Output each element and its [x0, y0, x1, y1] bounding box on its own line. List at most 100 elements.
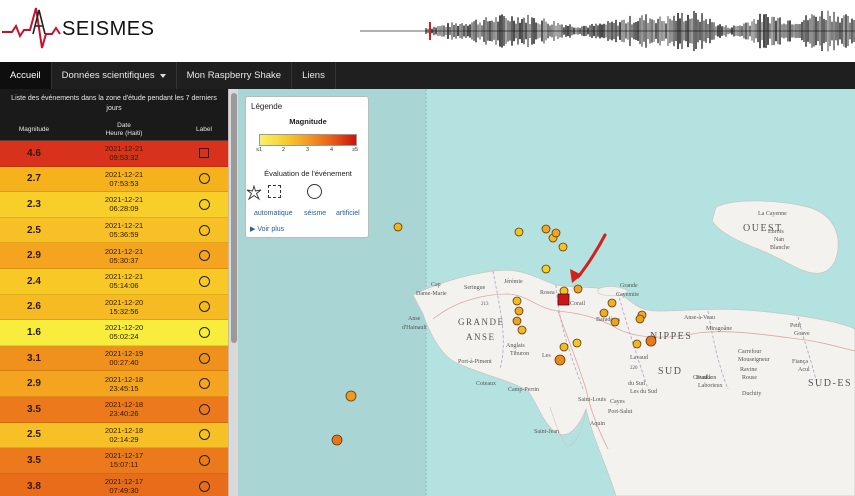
nav-accueil[interactable]: Accueil: [0, 62, 52, 89]
earthquake-circle-icon: [198, 378, 210, 390]
event-row[interactable]: 3.5 2021-12-17 15:07:11: [0, 448, 228, 474]
place-label: Rouse: [742, 375, 757, 381]
earthquake-circle-icon: [198, 403, 210, 415]
earthquake-marker[interactable]: [345, 390, 357, 402]
earthquake-circle-icon: [198, 250, 210, 262]
earthquake-marker[interactable]: [514, 306, 524, 316]
place-label: Goave: [794, 331, 810, 337]
event-time: 05:02:24: [109, 332, 139, 342]
event-time: 23:45:15: [109, 383, 139, 393]
legend-title: Légende: [251, 102, 283, 111]
eval-label-automatique[interactable]: automatique: [254, 210, 293, 217]
event-magnitude: 2.7: [27, 173, 41, 185]
seismogram-banner: [360, 10, 855, 52]
event-row[interactable]: 2.5 2021-12-18 02:14:29: [0, 422, 228, 449]
place-label: Coteaux: [476, 381, 496, 387]
event-magnitude: 3.5: [27, 454, 41, 466]
tick-3: 3: [306, 147, 310, 153]
event-label-cell: [180, 275, 228, 287]
event-date: 2021-12-18: [104, 374, 144, 384]
place-label: Nan: [774, 237, 784, 243]
event-label-cell: [180, 301, 228, 313]
earthquake-marker[interactable]: [572, 338, 582, 348]
place-label: Anse: [408, 316, 421, 322]
eval-label-artificiel[interactable]: artificiel: [336, 210, 360, 217]
earthquake-circle-icon: [198, 173, 210, 185]
place-label: Cap: [431, 282, 441, 288]
scrollbar-thumb[interactable]: [231, 93, 237, 343]
automatic-event-marker[interactable]: [557, 293, 570, 306]
event-date: 2021-12-21: [104, 169, 144, 179]
see-more-link[interactable]: ▶ Voir plus: [250, 225, 284, 233]
event-row[interactable]: 2.3 2021-12-21 06:28:09: [0, 192, 228, 218]
earthquake-marker[interactable]: [558, 242, 568, 252]
place-label: GRANDE: [458, 317, 505, 327]
event-row[interactable]: 2.7 2021-12-21 07:53:53: [0, 166, 228, 193]
place-label: Corail: [570, 301, 585, 307]
place-label: d'Hainault: [402, 325, 427, 331]
earthquake-marker[interactable]: [607, 298, 617, 308]
earthquake-marker[interactable]: [512, 296, 522, 306]
place-label: 220: [630, 366, 638, 371]
earthquake-marker[interactable]: [554, 354, 566, 366]
earthquake-marker[interactable]: [331, 434, 343, 446]
event-magnitude: 2.9: [27, 250, 41, 262]
event-row[interactable]: 2.5 2021-12-21 05:36:59: [0, 217, 228, 244]
earthquake-marker[interactable]: [551, 228, 561, 238]
event-magnitude: 3.5: [27, 403, 41, 415]
event-time: 09:53:32: [109, 153, 139, 163]
place-label: Dame-Marie: [416, 291, 447, 297]
nav-liens[interactable]: Liens: [292, 62, 336, 89]
event-row[interactable]: 3.1 2021-12-19 00:27:40: [0, 345, 228, 372]
earthquake-marker[interactable]: [635, 314, 645, 324]
event-list-scrollbar[interactable]: [228, 89, 238, 496]
earthquake-marker[interactable]: [514, 227, 524, 237]
earthquake-marker[interactable]: [632, 339, 642, 349]
earthquake-marker[interactable]: [599, 308, 609, 318]
earthquake-marker[interactable]: [541, 264, 551, 274]
event-time: 06:28:09: [109, 204, 139, 214]
automatic-square-icon: [268, 185, 281, 198]
event-row[interactable]: 4.6 2021-12-21 09:53:32: [0, 141, 228, 167]
place-label: du Sud: [628, 381, 645, 387]
place-label: 213: [481, 302, 489, 307]
earthquake-marker[interactable]: [517, 325, 527, 335]
event-magnitude: 2.9: [27, 378, 41, 390]
event-magnitude: 2.3: [27, 198, 41, 210]
earthquake-marker[interactable]: [393, 222, 403, 232]
nav-mon-raspberry-shake[interactable]: Mon Raspberry Shake: [177, 62, 293, 89]
earthquake-marker[interactable]: [573, 284, 583, 294]
event-row[interactable]: 3.5 2021-12-18 23:40:26: [0, 396, 228, 423]
earthquake-marker[interactable]: [610, 317, 620, 327]
event-date: 2021-12-19: [104, 349, 144, 359]
event-datetime: 2021-12-20 05:02:24: [68, 323, 180, 341]
nav-donnees-scientifiques[interactable]: Données scientifiques: [52, 62, 177, 89]
earthquake-marker[interactable]: [645, 335, 657, 347]
place-label: Acul: [798, 367, 810, 373]
place-label: Jérémie: [504, 279, 523, 285]
place-label: Anglais: [506, 343, 525, 349]
event-datetime: 2021-12-19 00:27:40: [68, 349, 180, 367]
event-datetime: 2021-12-18 02:14:29: [68, 426, 180, 444]
eval-label-seisme[interactable]: séisme: [304, 210, 326, 217]
event-row[interactable]: 2.9 2021-12-18 23:45:15: [0, 371, 228, 397]
event-label-cell: [180, 250, 228, 262]
earthquake-marker[interactable]: [541, 224, 551, 234]
legend-magnitude-title: Magnitude: [289, 117, 327, 126]
event-row[interactable]: 2.4 2021-12-21 05:14:06: [0, 268, 228, 295]
annotation-arrow: [576, 233, 607, 279]
earthquake-circle-icon: [198, 198, 210, 210]
place-label: Saint-Louis: [578, 397, 607, 403]
earthquake-marker[interactable]: [559, 342, 569, 352]
earthquake-circle-icon: [198, 224, 210, 236]
event-row[interactable]: 2.6 2021-12-20 15:32:56: [0, 294, 228, 321]
event-datetime: 2021-12-18 23:45:15: [68, 375, 180, 393]
event-row[interactable]: 2.9 2021-12-21 05:30:37: [0, 243, 228, 269]
event-row[interactable]: 3.8 2021-12-17 07:49:30: [0, 473, 228, 496]
column-header-date-label: Date: [117, 121, 131, 129]
event-row[interactable]: 1.6 2021-12-20 05:02:24: [0, 320, 228, 346]
place-label: Port-à-Piment: [458, 359, 492, 365]
earthquake-marker[interactable]: [512, 316, 522, 326]
place-label: Mouseigneur: [738, 357, 770, 363]
place-label: Seringue: [464, 285, 486, 291]
